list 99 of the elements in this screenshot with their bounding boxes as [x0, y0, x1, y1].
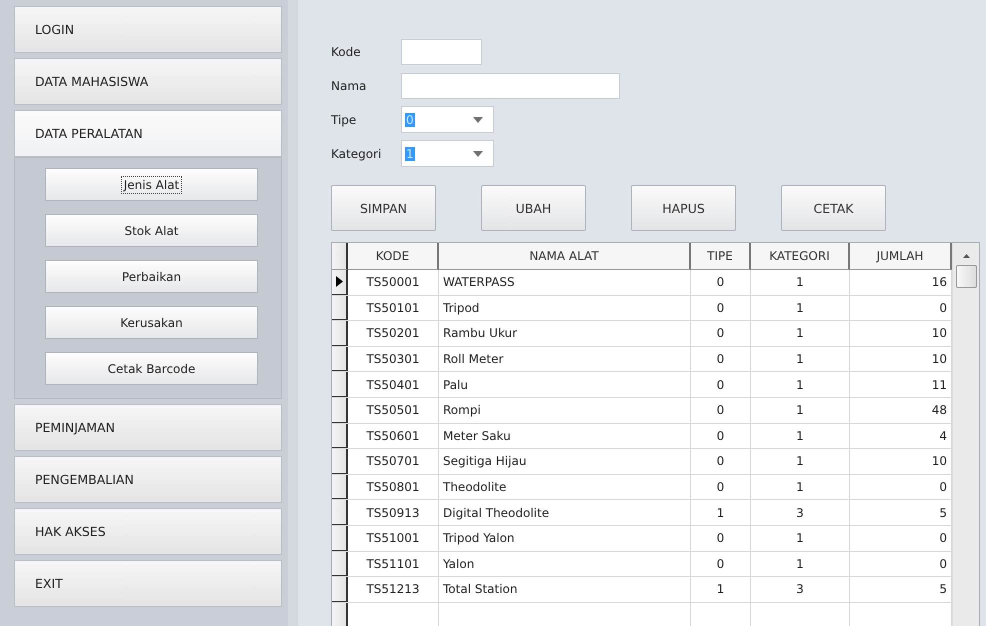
row-header[interactable] — [332, 296, 348, 320]
column-header[interactable]: KODE — [348, 243, 439, 270]
table-cell: 0 — [691, 372, 751, 397]
table-cell: 1 — [751, 372, 850, 397]
table-cell: Rambu Ukur — [439, 321, 691, 346]
table-cell: 0 — [691, 296, 751, 320]
row-header[interactable] — [332, 398, 348, 423]
table-cell: 1 — [751, 346, 850, 372]
scroll-up-icon[interactable] — [962, 254, 970, 258]
scroll-thumb[interactable] — [956, 265, 976, 288]
table-cell: 1 — [751, 398, 850, 423]
table-cell: TS50601 — [348, 424, 439, 448]
submenu-button[interactable]: Cetak Barcode — [45, 352, 258, 385]
column-header[interactable]: KATEGORI — [751, 243, 850, 270]
column-header[interactable]: JUMLAH — [850, 243, 952, 270]
table-cell: 1 — [751, 449, 850, 474]
table-cell: 1 — [751, 296, 850, 320]
table-cell: TS50301 — [348, 346, 439, 372]
input-field[interactable] — [401, 72, 620, 98]
table-cell: TS50001 — [348, 270, 439, 295]
caret-icon — [473, 150, 483, 156]
field-label: Tipe — [331, 112, 358, 126]
table-cell: Roll Meter — [439, 346, 691, 372]
input-field[interactable] — [401, 38, 482, 64]
sidebar-item[interactable]: LOGIN — [14, 6, 282, 53]
table-cell: Tripod — [439, 296, 691, 320]
table-cell: 0 — [691, 474, 751, 500]
sidebar-item[interactable]: EXIT — [14, 560, 282, 607]
row-header[interactable] — [332, 321, 348, 346]
table-cell: Rompi — [439, 398, 691, 423]
table-cell: 3 — [751, 577, 850, 602]
row-header[interactable] — [332, 552, 348, 576]
table-cell: TS50101 — [348, 296, 439, 320]
row-header[interactable] — [332, 346, 348, 372]
table-cell: 0 — [691, 449, 751, 474]
table-cell: 0 — [691, 321, 751, 346]
field-label: Nama — [331, 78, 368, 92]
row-header[interactable] — [332, 474, 348, 500]
row-header[interactable] — [332, 424, 348, 448]
submenu-button[interactable]: Perbaikan — [45, 260, 258, 293]
table-cell: 1 — [751, 552, 850, 576]
current-row-icon — [336, 276, 342, 288]
row-header[interactable] — [332, 500, 348, 525]
table-cell: TS51101 — [348, 552, 439, 576]
table-cell: 1 — [751, 321, 850, 346]
table-cell: 0 — [691, 270, 751, 295]
action-button[interactable]: HAPUS — [631, 185, 736, 231]
table-cell: 0 — [691, 398, 751, 423]
table-cell: TS50701 — [348, 449, 439, 474]
table-cell: 0 — [691, 552, 751, 576]
table-cell: 1 — [751, 270, 850, 295]
scrollbar[interactable] — [952, 243, 979, 626]
table-cell: 3 — [751, 500, 850, 525]
field-label: Kategori — [331, 146, 382, 160]
table-cell: 1 — [751, 424, 850, 448]
table-cell: Meter Saku — [439, 424, 691, 448]
submenu-button[interactable]: Kerusakan — [45, 306, 258, 339]
table-cell: TS50501 — [348, 398, 439, 423]
table-cell: TS50401 — [348, 372, 439, 397]
table-cell: Total Station — [439, 577, 691, 602]
table-cell: Segitiga Hijau — [439, 449, 691, 474]
corner-header — [332, 243, 348, 270]
row-header[interactable] — [332, 449, 348, 474]
table-cell: Yalon — [439, 552, 691, 576]
row-header[interactable] — [332, 372, 348, 397]
table-cell: TS50801 — [348, 474, 439, 500]
column-header[interactable]: NAMA ALAT — [439, 243, 691, 270]
action-button[interactable]: CETAK — [781, 185, 886, 231]
table-cell: 1 — [691, 577, 751, 602]
submenu-button[interactable]: Stok Alat — [45, 214, 258, 247]
table-cell: Theodolite — [439, 474, 691, 500]
row-header[interactable] — [332, 577, 348, 602]
table-cell: 0 — [691, 346, 751, 372]
table-cell: Digital Theodolite — [439, 500, 691, 525]
sidebar-item[interactable]: DATA MAHASISWA — [14, 58, 282, 105]
action-button[interactable]: UBAH — [481, 185, 586, 231]
action-button[interactable]: SIMPAN — [331, 185, 436, 231]
table-cell: Palu — [439, 372, 691, 397]
table-cell: Tripod Yalon — [439, 526, 691, 551]
table-cell: 1 — [751, 474, 850, 500]
caret-icon — [473, 116, 483, 122]
table-cell: TS51001 — [348, 526, 439, 551]
sidebar-item[interactable]: HAK AKSES — [14, 508, 282, 555]
submenu-button[interactable]: Jenis Alat — [45, 168, 258, 201]
table-cell: TS50913 — [348, 500, 439, 525]
row-header[interactable] — [332, 526, 348, 551]
table-cell: 0 — [691, 424, 751, 448]
table-cell: WATERPASS — [439, 270, 691, 295]
column-header[interactable]: TIPE — [691, 243, 751, 270]
field-label: Kode — [331, 44, 362, 58]
table-cell: TS50201 — [348, 321, 439, 346]
table-cell: TS51213 — [348, 577, 439, 602]
table-cell: 1 — [751, 526, 850, 551]
row-header[interactable] — [332, 270, 348, 295]
sidebar-item[interactable]: PEMINJAMAN — [14, 404, 282, 451]
table-cell: 0 — [691, 526, 751, 551]
sidebar-item[interactable]: DATA PERALATAN — [14, 110, 282, 157]
sidebar-item[interactable]: PENGEMBALIAN — [14, 456, 282, 503]
table-cell: 1 — [691, 500, 751, 525]
